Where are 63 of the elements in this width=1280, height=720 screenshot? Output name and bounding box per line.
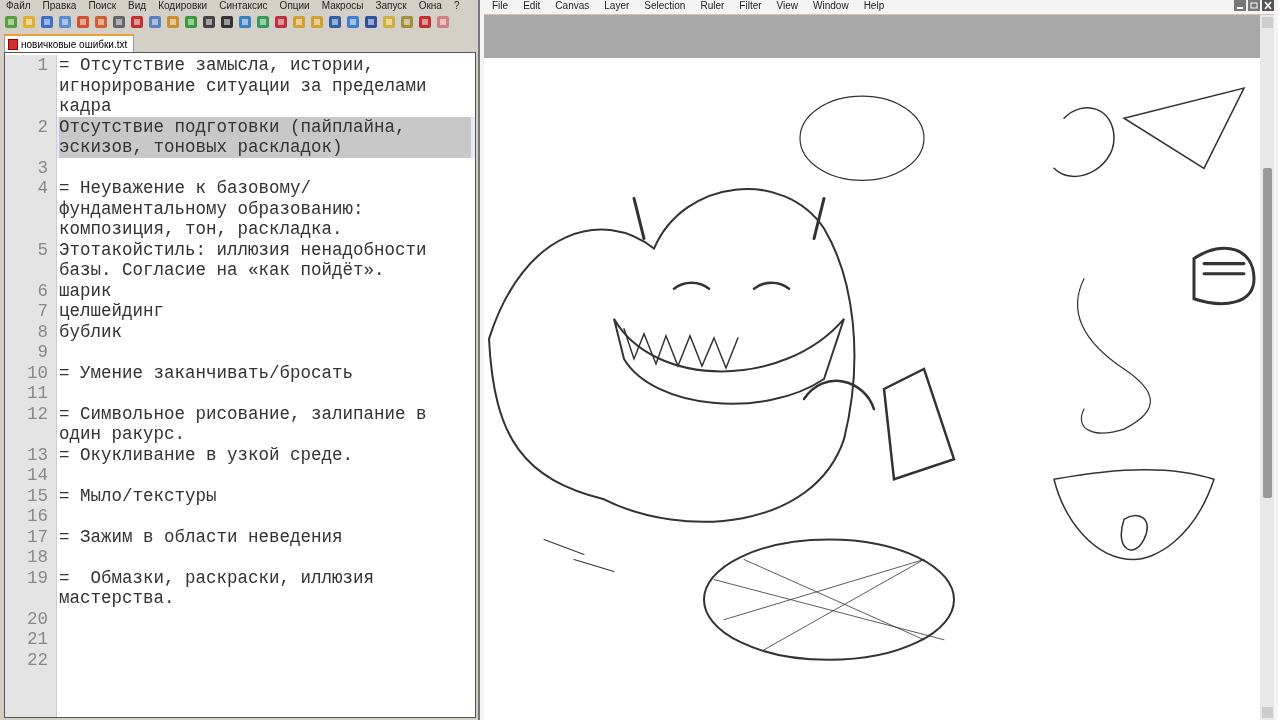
line-number: 4 (5, 178, 57, 240)
line-number: 22 (5, 649, 57, 670)
line-number: 3 (5, 157, 57, 178)
menu-item[interactable]: Запуск (375, 0, 407, 12)
line-number: 13 (5, 444, 57, 465)
scroll-down-button[interactable] (1261, 707, 1273, 718)
line-number: 15 (5, 485, 57, 506)
menu-item[interactable]: Вид (128, 0, 147, 12)
menu-item[interactable]: Правка (42, 0, 77, 12)
line-number: 8 (5, 321, 57, 342)
menu-item[interactable]: Опции (279, 0, 310, 12)
line-number: 5 (5, 239, 57, 281)
line-number: 12 (5, 403, 57, 445)
line-number: 2 (5, 116, 57, 158)
line-number: 14 (5, 465, 57, 486)
menu-item[interactable]: Кодировки (158, 0, 208, 12)
text-line: = Умение заканчивать/бросать (59, 362, 355, 383)
text-line: = Окукливание в узкой среде. (59, 444, 355, 465)
menu-item[interactable]: Окна (418, 0, 442, 12)
line-number: 11 (5, 383, 57, 404)
text-line: = Мыло/текстуры (59, 485, 218, 506)
text-line: = Символьное рисование, залипание в один ракурс. (59, 403, 428, 445)
line-number: 9 (5, 342, 57, 363)
line-number: 10 (5, 362, 57, 383)
menu-item[interactable]: View (772, 0, 810, 12)
menu-item[interactable]: Файл (6, 0, 31, 12)
menu-item[interactable]: Filter (735, 0, 773, 12)
text-line: шарик (59, 280, 113, 301)
menu-item[interactable]: Ruler (696, 0, 736, 12)
line-number: 6 (5, 280, 57, 301)
scroll-up-button[interactable] (1261, 17, 1273, 28)
menu-item[interactable]: Поиск (88, 0, 117, 12)
menu-item[interactable]: Window (809, 0, 860, 12)
restore-icon[interactable] (1248, 0, 1260, 11)
menu-item[interactable]: Help (859, 0, 896, 12)
text-line: = Неуважение к базовому/фундаментальному образованию: композиция, тон, раскладка. (59, 178, 365, 240)
text-line: целшейдинг (59, 301, 166, 322)
line-number-gutter (5, 670, 57, 717)
menu-item[interactable]: Синтаксис (219, 0, 268, 12)
line-number: 7 (5, 301, 57, 322)
menu-item[interactable]: Макросы (321, 0, 364, 12)
text-line: бублик (59, 321, 123, 342)
menu-item[interactable]: ? (453, 0, 460, 12)
line-number: 21 (5, 629, 57, 650)
file-icon (8, 38, 18, 50)
text-line: = Обмазки, раскраски, иллюзия мастерства. (59, 567, 376, 609)
text-line: = Зажим в области неведения (59, 526, 344, 547)
minimize-icon[interactable] (1234, 0, 1246, 11)
line-number: 20 (5, 608, 57, 629)
line-number: 16 (5, 506, 57, 527)
menu-item[interactable]: Edit (519, 0, 552, 12)
file-tab[interactable]: новичковые ошибки.txt (4, 34, 135, 52)
line-number: 18 (5, 547, 57, 568)
menu-item[interactable]: Canvas (551, 0, 601, 12)
line-number: 19 (5, 567, 57, 609)
line-number: 1 (5, 55, 57, 117)
menu-item[interactable]: Selection (640, 0, 697, 12)
menu-item[interactable]: File (488, 0, 520, 12)
menu-item[interactable]: Layer (600, 0, 641, 12)
text-line: = Отсутствие замысла, истории, игнорирование ситуации за пределами кадра (59, 55, 428, 117)
text-line: Этотакойстиль: иллюзия ненадобности базы. Согласие на «как пойдёт». (59, 239, 428, 281)
scrollbar-thumb[interactable] (1262, 168, 1272, 498)
line-number: 17 (5, 526, 57, 547)
